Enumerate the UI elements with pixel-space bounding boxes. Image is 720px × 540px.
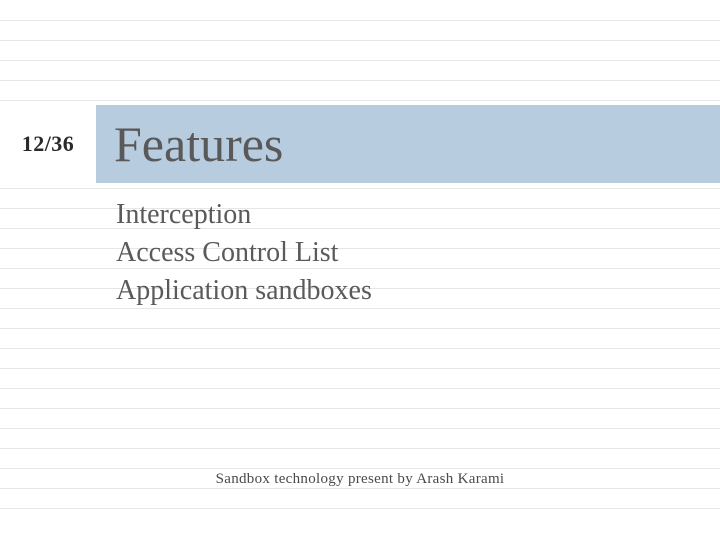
title-box: Features xyxy=(96,105,720,183)
slide-footer: Sandbox technology present by Arash Kara… xyxy=(0,471,720,488)
slide-title: Features xyxy=(114,115,283,173)
slide-header: 12/36 Features xyxy=(0,105,720,183)
bullet-item: Access Control List xyxy=(116,234,372,272)
bullet-item: Application sandboxes xyxy=(116,272,372,310)
page-number-box: 12/36 xyxy=(0,105,96,183)
page-number: 12/36 xyxy=(22,131,75,157)
bullet-item: Interception xyxy=(116,196,372,234)
slide-content: Interception Access Control List Applica… xyxy=(116,196,372,309)
